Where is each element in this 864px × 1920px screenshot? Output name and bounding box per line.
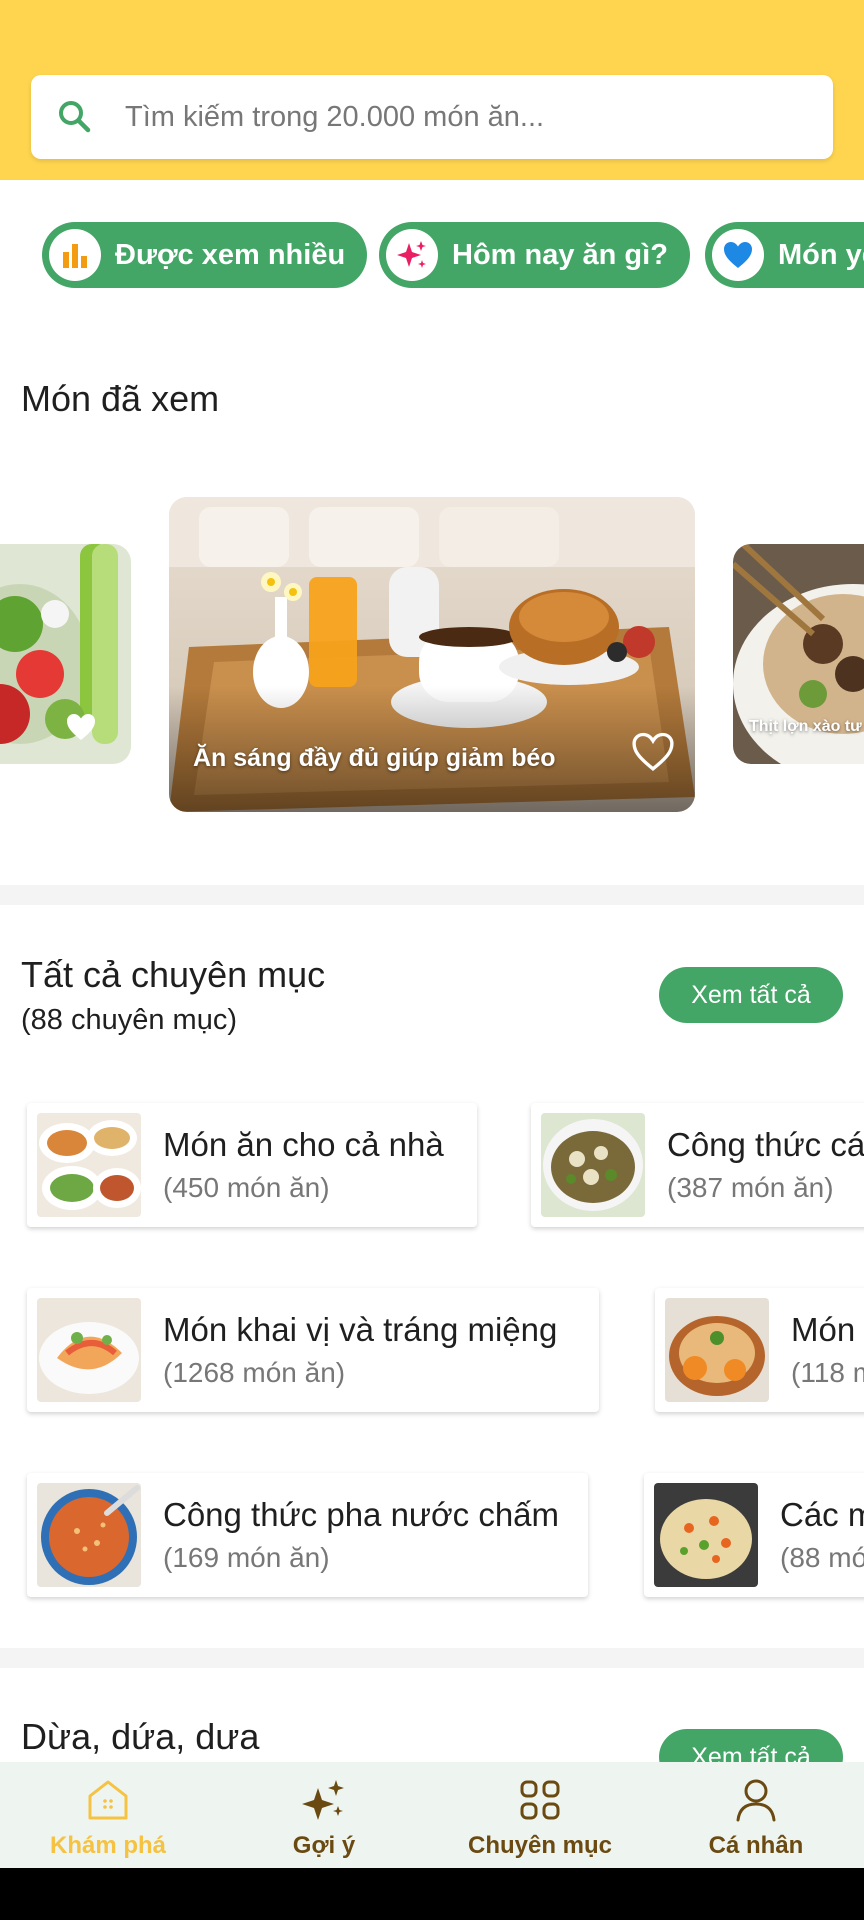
category-thumbnail xyxy=(541,1113,645,1217)
category-item[interactable]: Công thức cá (387 món ăn) xyxy=(531,1103,864,1227)
category-item[interactable]: Các m (88 mó xyxy=(644,1473,864,1597)
nav-label: Khám phá xyxy=(49,1832,166,1859)
category-count: (118 m xyxy=(791,1357,864,1388)
nav-categories[interactable]: Chuyên mục xyxy=(432,1762,648,1868)
see-all-categories-button[interactable]: Xem tất cả xyxy=(659,967,843,1023)
nav-profile[interactable]: Cá nhân xyxy=(648,1762,864,1868)
grid-icon xyxy=(520,1780,560,1820)
home-icon xyxy=(88,1780,128,1820)
categories-count: (88 chuyên mục) xyxy=(21,1004,237,1036)
viewed-card-vegetables[interactable] xyxy=(0,544,131,764)
viewed-card-breakfast[interactable]: Ăn sáng đầy đủ giúp giảm béo xyxy=(169,497,695,812)
chip-label: Món yêu thích xyxy=(778,238,864,271)
dish-caption: Thịt lợn xào tư xyxy=(749,718,862,735)
category-thumbnail xyxy=(654,1483,758,1587)
chip-label: Được xem nhiều xyxy=(115,238,346,271)
header: Tìm kiếm trong 20.000 món ăn... xyxy=(0,0,864,180)
next-section-title: Dừa, dứa, dưa xyxy=(21,1716,260,1757)
category-thumbnail xyxy=(37,1298,141,1402)
category-thumbnail xyxy=(37,1483,141,1587)
search-placeholder: Tìm kiếm trong 20.000 món ăn... xyxy=(125,100,545,133)
category-name: Công thức pha nước chấm xyxy=(163,1496,560,1533)
favorite-outline-icon[interactable] xyxy=(630,731,676,773)
viewed-section-title: Món đã xem xyxy=(21,378,220,419)
nav-explore[interactable]: Khám phá xyxy=(0,1762,216,1868)
category-name: Các m xyxy=(780,1496,864,1533)
nav-label: Gợi ý xyxy=(292,1832,356,1859)
category-count: (387 món ăn) xyxy=(667,1172,834,1203)
category-count: (169 món ăn) xyxy=(163,1542,330,1573)
bar-chart-icon xyxy=(63,244,87,268)
category-item[interactable]: Món khai vị và tráng miệng (1268 món ăn) xyxy=(27,1288,599,1412)
categories-title: Tất cả chuyên mục xyxy=(21,954,326,995)
app-screen: Tìm kiếm trong 20.000 món ăn... Được xem… xyxy=(0,0,864,1920)
category-count: (1268 món ăn) xyxy=(163,1357,346,1388)
category-item[interactable]: Món ăn cho cả nhà (450 món ăn) xyxy=(27,1103,477,1227)
system-navigation-bar xyxy=(0,1868,864,1920)
search-icon xyxy=(59,101,91,133)
nav-label: Cá nhân xyxy=(708,1832,804,1859)
bottom-navigation: Khám phá Gợi ý Chuyên mục Cá nhân xyxy=(0,1762,864,1868)
chip-today[interactable]: Hôm nay ăn gì? xyxy=(379,222,690,288)
user-icon xyxy=(736,1779,776,1822)
favorite-icon[interactable] xyxy=(64,712,98,742)
quick-chips: Được xem nhiều Hôm nay ăn gì? Món yêu th… xyxy=(0,222,864,288)
chip-label: Hôm nay ăn gì? xyxy=(452,238,668,271)
viewed-card-pork[interactable]: Thịt lợn xào tư xyxy=(733,544,864,764)
heart-icon xyxy=(724,242,752,268)
category-item[interactable]: Món (118 m xyxy=(655,1288,864,1412)
chip-favorite[interactable]: Món yêu thích xyxy=(705,222,864,288)
category-thumbnail xyxy=(37,1113,141,1217)
sparkle-icon xyxy=(397,241,426,268)
dish-caption: Ăn sáng đầy đủ giúp giảm béo xyxy=(193,744,556,772)
nav-suggest[interactable]: Gợi ý xyxy=(216,1762,432,1868)
category-name: Món xyxy=(791,1311,856,1348)
category-thumbnail xyxy=(665,1298,769,1402)
chip-most-viewed[interactable]: Được xem nhiều xyxy=(42,222,368,288)
sparkle-icon xyxy=(302,1780,344,1820)
section-divider xyxy=(0,885,864,905)
category-count: (88 mó xyxy=(780,1542,864,1573)
nav-label: Chuyên mục xyxy=(467,1832,613,1859)
category-count: (450 món ăn) xyxy=(163,1172,330,1203)
category-name: Món ăn cho cả nhà xyxy=(163,1126,444,1163)
category-name: Công thức cá xyxy=(667,1126,864,1163)
search-input[interactable]: Tìm kiếm trong 20.000 món ăn... xyxy=(31,75,833,159)
category-item[interactable]: Công thức pha nước chấm (169 món ăn) xyxy=(27,1473,588,1597)
category-name: Món khai vị và tráng miệng xyxy=(163,1311,558,1348)
section-divider xyxy=(0,1648,864,1668)
